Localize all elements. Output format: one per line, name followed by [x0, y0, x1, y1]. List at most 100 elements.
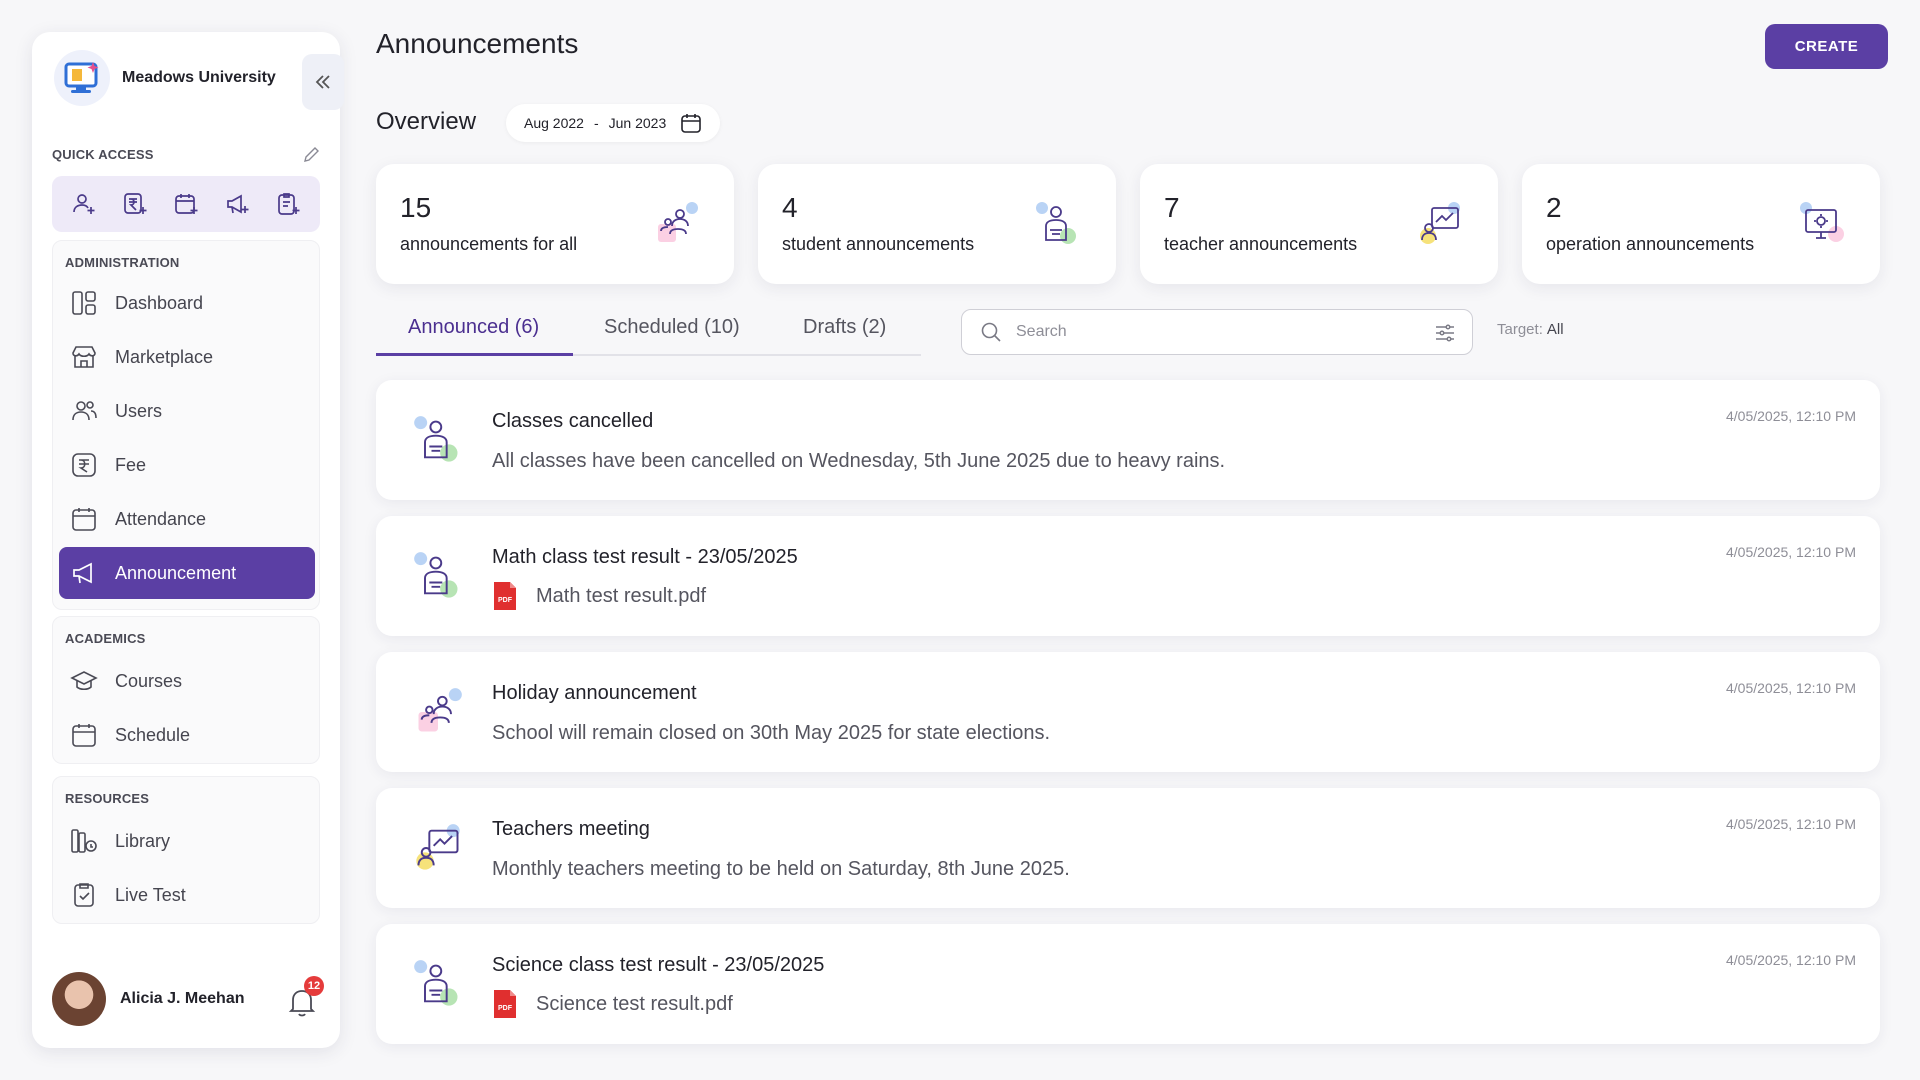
announcement-title: Holiday announcement [492, 682, 697, 704]
active-tab-indicator [376, 353, 573, 356]
search-icon [981, 322, 1001, 342]
sidebar: Meadows University QUICK ACCESS ADMINIST… [32, 32, 344, 1048]
quick-add-attendance-button[interactable] [169, 187, 203, 221]
calendar-icon [69, 720, 99, 750]
sidebar-item-attendance[interactable]: Attendance [59, 493, 315, 545]
sidebar-item-courses[interactable]: Courses [59, 655, 315, 707]
resources-label: RESOURCES [65, 791, 150, 806]
quick-add-fee-button[interactable] [118, 187, 152, 221]
sidebar-item-live-test[interactable]: Live Test [59, 869, 315, 921]
sidebar-item-schedule[interactable]: Schedule [59, 709, 315, 761]
target-value: All [1546, 321, 1564, 338]
create-button[interactable]: CREATE [1765, 24, 1888, 69]
sidebar-item-fee[interactable]: Fee [59, 439, 315, 491]
sidebar-item-marketplace[interactable]: Marketplace [59, 331, 315, 383]
attachment[interactable]: PDF Science test result.pdf [492, 988, 733, 1020]
group-people-icon [418, 688, 462, 732]
academics-section: ACADEMICS Courses Schedule [52, 616, 320, 764]
announcement-title: Science class test result - 23/05/2025 [492, 954, 825, 976]
academics-label: ACADEMICS [65, 631, 146, 646]
stat-label: announcements for all [400, 234, 578, 254]
announcement-timestamp: 4/05/2025, 12:10 PM [1726, 408, 1856, 424]
sidebar-item-dashboard[interactable]: Dashboard [59, 277, 315, 329]
announcement-title: Teachers meeting [492, 818, 650, 840]
pdf-badge-text: PDF [498, 597, 513, 604]
date-separator: - [593, 115, 599, 131]
teacher-board-icon [416, 824, 460, 870]
attachment-name: Math test result.pdf [536, 584, 707, 607]
stat-card-operations[interactable]: 2 operation announcements [1522, 164, 1880, 284]
stat-card-teachers[interactable]: 7 teacher announcements [1140, 164, 1498, 284]
user-plus-icon [72, 194, 95, 214]
rupee-icon [69, 450, 99, 480]
attachment-name: Science test result.pdf [536, 992, 733, 1015]
stat-value: 4 [782, 192, 798, 223]
stat-card-students[interactable]: 4 student announcements [758, 164, 1116, 284]
quick-access-header: QUICK ACCESS [52, 144, 322, 164]
announcement-timestamp: 4/05/2025, 12:10 PM [1726, 680, 1856, 696]
sidebar-item-label: Announcement [115, 562, 237, 583]
stat-card-all[interactable]: 15 announcements for all [376, 164, 734, 284]
page-title: Announcements [376, 28, 579, 59]
calendar-plus-icon [175, 194, 198, 214]
sidebar-item-label: Live Test [115, 884, 186, 905]
tab-announced[interactable]: Announced (6) [408, 316, 539, 339]
attachment[interactable]: PDF Math test result.pdf [492, 580, 706, 612]
users-icon [69, 396, 99, 426]
search-box[interactable] [961, 309, 1473, 355]
announcement-timestamp: 4/05/2025, 12:10 PM [1726, 544, 1856, 560]
administration-section: ADMINISTRATION Dashboard Marketplace Use… [52, 240, 320, 610]
clipboard-check-icon [69, 880, 99, 910]
sidebar-item-label: Attendance [115, 508, 207, 529]
double-chevron-left-icon [315, 75, 330, 89]
dashboard-icon [69, 288, 99, 318]
sidebar-item-label: Dashboard [115, 292, 204, 313]
sidebar-item-library[interactable]: Library [59, 815, 315, 867]
quick-access-label: QUICK ACCESS [52, 146, 154, 162]
user-profile[interactable]: Alicia J. Meehan 12 [52, 972, 324, 1026]
student-icon [414, 416, 458, 462]
tab-scheduled[interactable]: Scheduled (10) [604, 316, 740, 339]
tab-drafts[interactable]: Drafts (2) [803, 316, 886, 339]
filter-icon[interactable] [1434, 322, 1456, 344]
brand[interactable]: Meadows University [54, 50, 276, 106]
stat-value: 2 [1546, 192, 1562, 223]
stat-label: teacher announcements [1164, 234, 1358, 254]
sidebar-item-users[interactable]: Users [59, 385, 315, 437]
avatar[interactable] [52, 972, 106, 1026]
stat-label: operation announcements [1546, 234, 1755, 254]
quick-access-bar [52, 176, 320, 232]
sidebar-item-announcement[interactable]: Announcement [59, 547, 315, 599]
megaphone-icon [69, 558, 99, 588]
sidebar-item-label: Users [115, 400, 163, 421]
announcement-timestamp: 4/05/2025, 12:10 PM [1726, 952, 1856, 968]
announcement-body: School will remain closed on 30th May 20… [492, 722, 1051, 744]
resources-section: RESOURCES Library Live Test [52, 776, 320, 924]
announcement-item[interactable]: Science class test result - 23/05/2025 P… [376, 924, 1880, 1044]
target-filter[interactable]: Target: All [1497, 321, 1564, 338]
student-icon [414, 552, 458, 598]
announcement-item[interactable]: Holiday announcement School will remain … [376, 652, 1880, 772]
stat-value: 15 [400, 192, 432, 223]
announcement-title: Math class test result - 23/05/2025 [492, 546, 798, 568]
pdf-file-icon: PDF [494, 990, 516, 1018]
quick-add-announcement-button[interactable] [220, 187, 254, 221]
operations-monitor-icon [1800, 202, 1844, 242]
quick-add-test-button[interactable] [271, 187, 305, 221]
fee-plus-icon [123, 193, 147, 214]
date-range-picker[interactable]: Aug 2022 - Jun 2023 [506, 104, 721, 142]
announcement-title: Classes cancelled [492, 410, 654, 432]
collapse-sidebar-button[interactable] [302, 54, 344, 110]
graduation-cap-icon [69, 666, 99, 696]
search-input[interactable] [1016, 323, 1416, 341]
announcement-item[interactable]: Classes cancelled All classes have been … [376, 380, 1880, 500]
announcement-body: All classes have been cancelled on Wedne… [492, 450, 1226, 472]
announcement-item[interactable]: Teachers meeting Monthly teachers meetin… [376, 788, 1880, 908]
quick-add-user-button[interactable] [67, 187, 101, 221]
group-people-icon [658, 202, 698, 242]
sidebar-item-label: Marketplace [115, 346, 214, 367]
edit-pencil-icon[interactable] [302, 144, 322, 164]
announcement-item[interactable]: Math class test result - 23/05/2025 PDF … [376, 516, 1880, 636]
megaphone-plus-icon [227, 194, 249, 214]
sidebar-item-label: Library [115, 830, 171, 851]
